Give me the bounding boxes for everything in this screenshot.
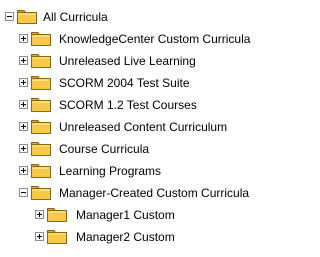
expand-toggle[interactable] xyxy=(35,232,44,241)
folder-icon[interactable] xyxy=(30,97,52,113)
folder-icon[interactable] xyxy=(30,163,52,179)
tree-node-label[interactable]: Unreleased Live Learning xyxy=(59,53,196,69)
tree-node-scorm-1-2-test-courses[interactable]: SCORM 1.2 Test Courses xyxy=(0,94,297,116)
tree-node-label[interactable]: Learning Programs xyxy=(59,163,161,179)
collapse-toggle[interactable] xyxy=(19,188,28,197)
expand-toggle[interactable] xyxy=(19,56,28,65)
expand-toggle[interactable] xyxy=(19,144,28,153)
folder-icon[interactable] xyxy=(30,119,52,135)
tree-node-label[interactable]: Course Curricula xyxy=(59,141,149,157)
folder-icon[interactable] xyxy=(30,31,52,47)
tree-node-label[interactable]: Manager2 Custom xyxy=(76,229,175,245)
expand-toggle[interactable] xyxy=(19,166,28,175)
tree-node-label[interactable]: Manager-Created Custom Curricula xyxy=(59,185,249,201)
curricula-tree: All Curricula KnowledgeCenter Custom Cur… xyxy=(0,0,297,257)
tree-node-manager2-custom[interactable]: Manager2 Custom xyxy=(0,226,297,248)
tree-node-manager-created-custom-curricula[interactable]: Manager-Created Custom Curricula xyxy=(0,182,297,204)
folder-icon[interactable] xyxy=(30,53,52,69)
tree-node-label[interactable]: KnowledgeCenter Custom Curricula xyxy=(59,31,250,47)
expand-toggle[interactable] xyxy=(19,34,28,43)
expand-toggle[interactable] xyxy=(35,210,44,219)
expand-toggle[interactable] xyxy=(19,122,28,131)
tree-node-all-curricula[interactable]: All Curricula xyxy=(0,6,297,28)
folder-icon[interactable] xyxy=(30,141,52,157)
folder-icon[interactable] xyxy=(30,185,52,201)
folder-icon[interactable] xyxy=(46,229,68,245)
tree-node-unreleased-live-learning[interactable]: Unreleased Live Learning xyxy=(0,50,297,72)
tree-node-scorm-2004-test-suite[interactable]: SCORM 2004 Test Suite xyxy=(0,72,297,94)
folder-icon[interactable] xyxy=(30,75,52,91)
tree-node-label[interactable]: All Curricula xyxy=(43,9,108,25)
tree-node-unreleased-content-curriculum[interactable]: Unreleased Content Curriculum xyxy=(0,116,297,138)
expand-toggle[interactable] xyxy=(19,78,28,87)
tree-node-label[interactable]: Unreleased Content Curriculum xyxy=(59,119,227,135)
tree-node-label[interactable]: Manager1 Custom xyxy=(76,207,175,223)
folder-icon[interactable] xyxy=(16,9,38,25)
expand-toggle[interactable] xyxy=(19,100,28,109)
collapse-toggle[interactable] xyxy=(5,12,14,21)
tree-node-label[interactable]: SCORM 1.2 Test Courses xyxy=(59,97,197,113)
tree-node-manager1-custom[interactable]: Manager1 Custom xyxy=(0,204,297,226)
tree-node-learning-programs[interactable]: Learning Programs xyxy=(0,160,297,182)
folder-icon[interactable] xyxy=(46,207,68,223)
tree-node-label[interactable]: SCORM 2004 Test Suite xyxy=(59,75,190,91)
tree-node-course-curricula[interactable]: Course Curricula xyxy=(0,138,297,160)
tree-node-knowledgecenter-custom-curricula[interactable]: KnowledgeCenter Custom Curricula xyxy=(0,28,297,50)
